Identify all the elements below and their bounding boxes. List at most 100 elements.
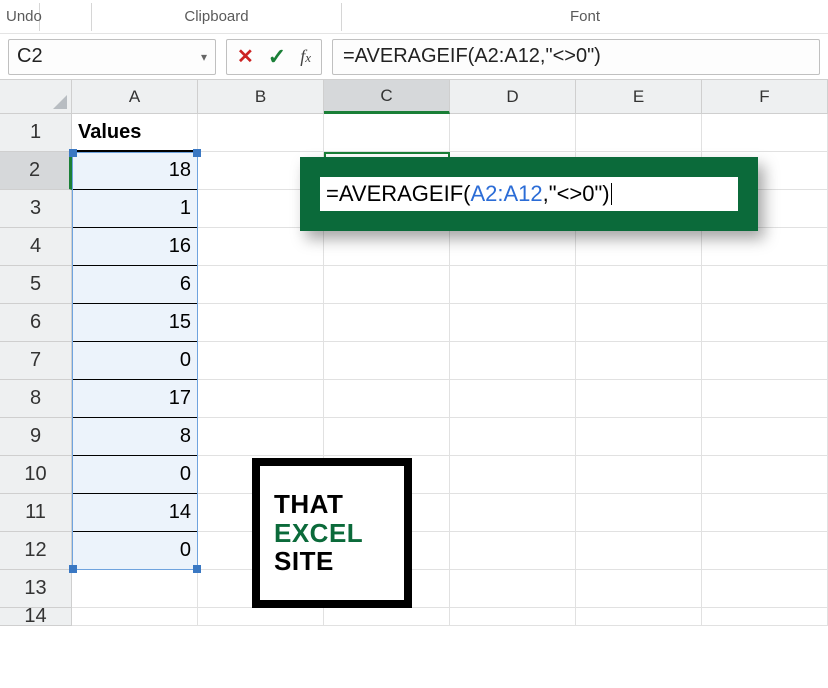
cell-E14[interactable]: [576, 608, 702, 626]
cell-D10[interactable]: [450, 456, 576, 494]
cell-A2[interactable]: 18: [72, 152, 198, 190]
cell-C4[interactable]: [324, 228, 450, 266]
cell-E6[interactable]: [576, 304, 702, 342]
cell-A9[interactable]: 8: [72, 418, 198, 456]
cell-F6[interactable]: [702, 304, 828, 342]
cell-C1[interactable]: [324, 114, 450, 152]
cell-D7[interactable]: [450, 342, 576, 380]
row-header-1[interactable]: 1: [0, 114, 72, 152]
cell-B9[interactable]: [198, 418, 324, 456]
cell-D13[interactable]: [450, 570, 576, 608]
row: 1114: [0, 494, 828, 532]
cell-A10[interactable]: 0: [72, 456, 198, 494]
row-header-9[interactable]: 9: [0, 418, 72, 456]
cell-A11[interactable]: 14: [72, 494, 198, 532]
ribbon-font-label: Font: [342, 3, 828, 31]
cell-F13[interactable]: [702, 570, 828, 608]
cell-C5[interactable]: [324, 266, 450, 304]
ribbon-group-labels: Undo Clipboard Font: [0, 0, 828, 34]
cell-D14[interactable]: [450, 608, 576, 626]
cell-B4[interactable]: [198, 228, 324, 266]
cell-C7[interactable]: [324, 342, 450, 380]
column-header-E[interactable]: E: [576, 80, 702, 114]
cell-E4[interactable]: [576, 228, 702, 266]
cell-D11[interactable]: [450, 494, 576, 532]
cell-E7[interactable]: [576, 342, 702, 380]
column-header-A[interactable]: A: [72, 80, 198, 114]
cell-D9[interactable]: [450, 418, 576, 456]
cell-C8[interactable]: [324, 380, 450, 418]
row-header-7[interactable]: 7: [0, 342, 72, 380]
cell-C6[interactable]: [324, 304, 450, 342]
row-header-10[interactable]: 10: [0, 456, 72, 494]
cell-D4[interactable]: [450, 228, 576, 266]
cell-B14[interactable]: [198, 608, 324, 626]
enter-icon[interactable]: ✓: [268, 44, 286, 70]
cell-A6[interactable]: 15: [72, 304, 198, 342]
cell-B5[interactable]: [198, 266, 324, 304]
row-header-3[interactable]: 3: [0, 190, 72, 228]
row-header-14[interactable]: 14: [0, 608, 72, 626]
cell-B1[interactable]: [198, 114, 324, 152]
cell-F5[interactable]: [702, 266, 828, 304]
row: 98: [0, 418, 828, 456]
cell-D12[interactable]: [450, 532, 576, 570]
row: 13: [0, 570, 828, 608]
row-header-11[interactable]: 11: [0, 494, 72, 532]
cell-A7[interactable]: 0: [72, 342, 198, 380]
cell-A5[interactable]: 6: [72, 266, 198, 304]
column-header-B[interactable]: B: [198, 80, 324, 114]
column-header-C[interactable]: C: [324, 80, 450, 114]
annotation-prefix: =AVERAGEIF(: [326, 181, 470, 207]
cell-E9[interactable]: [576, 418, 702, 456]
cell-E12[interactable]: [576, 532, 702, 570]
column-header-D[interactable]: D: [450, 80, 576, 114]
select-all-corner[interactable]: [0, 80, 72, 114]
cell-E13[interactable]: [576, 570, 702, 608]
cell-F12[interactable]: [702, 532, 828, 570]
cell-A13[interactable]: [72, 570, 198, 608]
cell-E10[interactable]: [576, 456, 702, 494]
cell-D1[interactable]: [450, 114, 576, 152]
cell-A1[interactable]: Values: [72, 114, 198, 152]
row-header-4[interactable]: 4: [0, 228, 72, 266]
formula-input[interactable]: =AVERAGEIF(A2:A12,"<>0"): [332, 39, 820, 75]
row: 416: [0, 228, 828, 266]
cell-F7[interactable]: [702, 342, 828, 380]
column-header-F[interactable]: F: [702, 80, 828, 114]
cell-C9[interactable]: [324, 418, 450, 456]
cell-F9[interactable]: [702, 418, 828, 456]
cell-A3[interactable]: 1: [72, 190, 198, 228]
cell-F10[interactable]: [702, 456, 828, 494]
row-header-8[interactable]: 8: [0, 380, 72, 418]
cell-D6[interactable]: [450, 304, 576, 342]
cell-E11[interactable]: [576, 494, 702, 532]
fx-icon[interactable]: fx: [300, 46, 311, 67]
cell-A8[interactable]: 17: [72, 380, 198, 418]
name-box[interactable]: C2 ▾: [8, 39, 216, 75]
cell-B7[interactable]: [198, 342, 324, 380]
cell-D8[interactable]: [450, 380, 576, 418]
row-header-13[interactable]: 13: [0, 570, 72, 608]
cell-D5[interactable]: [450, 266, 576, 304]
chevron-down-icon[interactable]: ▾: [201, 50, 207, 64]
cell-A4[interactable]: 16: [72, 228, 198, 266]
row-header-12[interactable]: 12: [0, 532, 72, 570]
cell-C14[interactable]: [324, 608, 450, 626]
cell-B8[interactable]: [198, 380, 324, 418]
row-header-6[interactable]: 6: [0, 304, 72, 342]
cell-F8[interactable]: [702, 380, 828, 418]
cell-A14[interactable]: [72, 608, 198, 626]
cell-E1[interactable]: [576, 114, 702, 152]
row-header-2[interactable]: 2: [0, 152, 72, 190]
cell-E8[interactable]: [576, 380, 702, 418]
cell-F1[interactable]: [702, 114, 828, 152]
cancel-icon[interactable]: ✕: [237, 44, 254, 69]
cell-A12[interactable]: 0: [72, 532, 198, 570]
cell-F11[interactable]: [702, 494, 828, 532]
cell-F14[interactable]: [702, 608, 828, 626]
cell-F4[interactable]: [702, 228, 828, 266]
row-header-5[interactable]: 5: [0, 266, 72, 304]
cell-B6[interactable]: [198, 304, 324, 342]
cell-E5[interactable]: [576, 266, 702, 304]
